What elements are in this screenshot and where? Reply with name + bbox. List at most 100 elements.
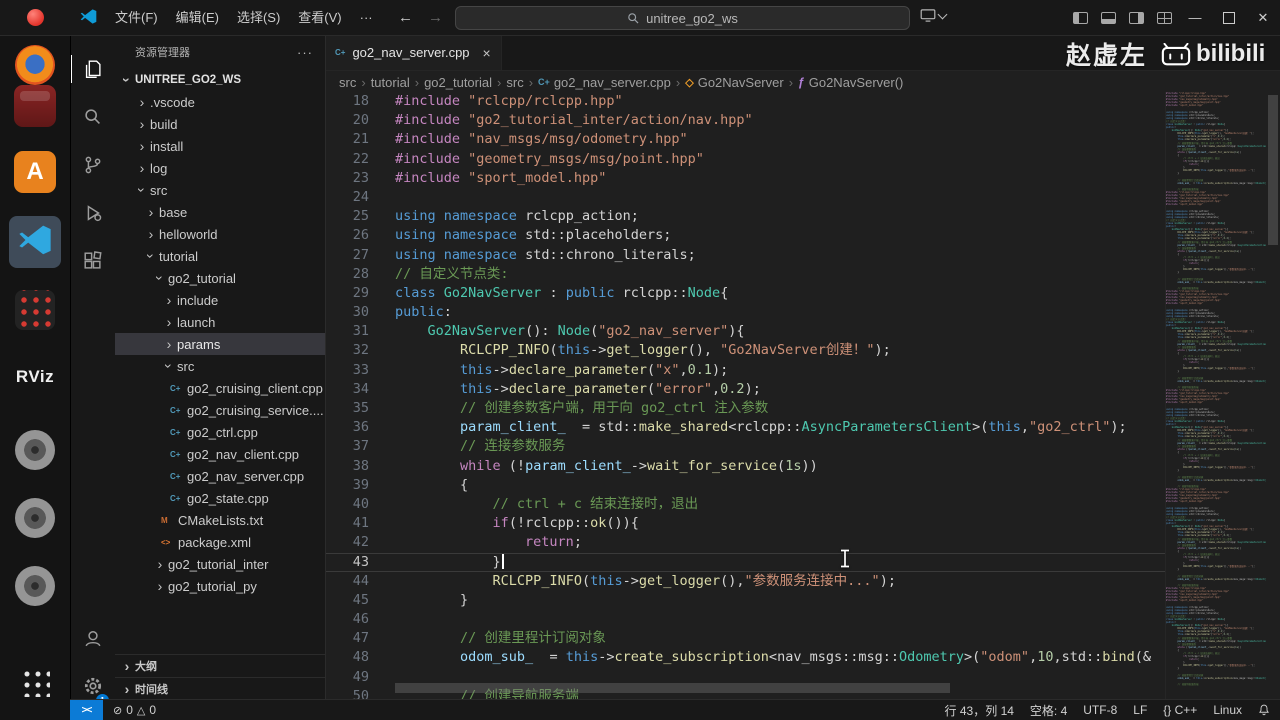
tree-item-go2_cruising_service....[interactable]: C+ go2_cruising_service.... [115,399,325,421]
breadcrumb-src[interactable]: src [339,75,356,90]
code-line-48[interactable]: 48 odom_sub_ = this->create_subscription… [325,648,1165,667]
command-center-search[interactable]: unitree_go2_ws [455,6,910,30]
sidebar-section-时间线[interactable]: › 时间线 [115,677,325,700]
code-line-29[interactable]: 29 class Go2NavServer : public rclcpp::No… [325,284,1165,303]
red-grid-app-icon[interactable] [0,290,70,330]
tree-item-src[interactable]: › src [115,179,325,201]
code-line-31[interactable]: 31 Go2NavServer(): Node("go2_nav_server"… [325,322,1165,341]
tree-item-base[interactable]: › base [115,201,325,223]
status-item[interactable]: 空格: 4 [1030,702,1067,719]
horizontal-scrollbar[interactable] [395,683,950,693]
minimize-icon[interactable]: — [1178,0,1212,35]
code-line-45[interactable]: 45 } [325,591,1165,610]
layout-panel-icon[interactable] [1094,11,1122,24]
menu-item[interactable]: 选择(S) [228,0,289,35]
breadcrumb-Go2NavServer[interactable]: ◇ Go2NavServer [685,75,783,90]
code-line-23[interactable]: 23 #include "sport_model.hpp" [325,169,1165,188]
menu-item[interactable]: 文件(F) [106,0,167,35]
tree-item-go2_ctrl.cpp[interactable]: C+ go2_ctrl.cpp [115,421,325,443]
code-line-46[interactable]: 46 [325,610,1165,629]
code-line-43[interactable]: 43 } [325,553,1165,572]
tree-item-go2_nav_server.cpp[interactable]: C+ go2_nav_server.cpp [115,465,325,487]
code-line-22[interactable]: 22 #include "geometry_msgs/msg/point.hpp" [325,150,1165,169]
tree-item-go2_nav_client.cpp[interactable]: C+ go2_nav_client.cpp [115,443,325,465]
code-line-34[interactable]: 34 this->declare_parameter("error",0.2); [325,380,1165,399]
run-debug-icon[interactable] [70,190,115,236]
tree-item-package.xml[interactable]: <> package.xml [115,531,325,553]
monitor-icon[interactable] [920,8,948,23]
sidebar-section-大纲[interactable]: › 大纲 [115,654,325,677]
code-line-39[interactable]: 39 { [325,476,1165,495]
explorer-icon[interactable] [70,46,115,92]
breadcrumb-go2_tutorial[interactable]: go2_tutorial [424,75,492,90]
tree-item-go2_tutorial_inter[interactable]: › go2_tutorial_inter [115,553,325,575]
close-icon[interactable]: ✕ [1246,0,1280,35]
code-line-18[interactable]: 18 #include "rclcpp/rclcpp.hpp" [325,92,1165,111]
code-line-28[interactable]: 28// 自定义节点类: [325,265,1165,284]
remote-icon[interactable]: >< [70,700,103,720]
show-applications-icon[interactable] [0,667,70,697]
code-lines[interactable]: 18 #include "rclcpp/rclcpp.hpp" 20 #include… [325,92,1165,700]
tree-item-go2_tutorial[interactable]: › go2_tutorial [115,267,325,289]
tab-close-icon[interactable]: × [483,45,491,61]
code-line-42[interactable]: 42 return; [325,533,1165,552]
layout-customize-icon[interactable] [1150,11,1178,24]
red-app-icon[interactable] [0,85,70,127]
breadcrumb-src[interactable]: src [506,75,523,90]
code-line-25[interactable]: 25 using namespace rclcpp_action; [325,207,1165,226]
code-line-38[interactable]: 38 while (!param_client_->wait_for_servi… [325,457,1165,476]
menu-item[interactable]: 查看(V) [289,0,350,35]
minimap[interactable]: #include "rclcpp/rclcpp.hpp" #include "go… [1165,92,1266,700]
maximize-icon[interactable] [1212,0,1246,35]
code-line-37[interactable]: 37 // 连接参数服务 [325,437,1165,456]
menu-item[interactable]: 编辑(E) [167,0,228,35]
tree-item-launch[interactable]: › launch [115,311,325,333]
record-indicator-icon[interactable] [27,9,44,26]
code-line-36[interactable]: 36 param_client_ = std::make_shared<rclc… [325,418,1165,437]
tree-item-CMakeLists.txt[interactable]: M CMakeLists.txt [115,509,325,531]
layout-sidebar-right-icon[interactable] [1122,11,1150,24]
forward-arrow-icon[interactable]: → [428,9,443,26]
tree-item-tutorial[interactable]: › tutorial [115,245,325,267]
lens-app-icon[interactable] [0,498,70,538]
tree-item-go2_state.cpp[interactable]: C+ go2_state.cpp [115,487,325,509]
rviz-logo[interactable]: RViz [0,367,70,387]
tree-item-.vscode[interactable]: › .vscode [115,91,325,113]
tree-item-go2_tutorial_py[interactable]: › go2_tutorial_py [115,575,325,597]
tree-item-build[interactable]: › build [115,113,325,135]
tree-item-install[interactable]: › install [115,135,325,157]
breadcrumb-tutorial[interactable]: tutorial [371,75,410,90]
breadcrumb-Go2NavServer()[interactable]: ƒ Go2NavServer() [798,75,903,90]
code-line-33[interactable]: 33 this->declare_parameter("x",0.1); [325,361,1165,380]
lens-app-icon[interactable] [0,566,70,606]
orange-a-app-icon[interactable]: A [0,151,70,193]
tree-item-helloworld[interactable]: › helloworld [115,223,325,245]
vertical-scrollbar[interactable] [1268,95,1278,245]
lens-app-icon[interactable] [0,430,70,470]
problems-indicator[interactable]: ⊘ 0 △ 0 [113,703,156,717]
tree-item-include[interactable]: › include [115,289,325,311]
layout-sidebar-left-icon[interactable] [1066,11,1094,24]
back-arrow-icon[interactable]: ← [398,9,413,26]
source-control-icon[interactable] [70,142,115,188]
code-line-24[interactable]: 24 [325,188,1165,207]
code-line-41[interactable]: 41 if(!rclcpp::ok()){ [325,514,1165,533]
tree-item-params[interactable]: › params [115,333,325,355]
vscode-icon[interactable] [0,216,70,268]
tree-item-log[interactable]: › log [115,157,325,179]
status-item[interactable]: 行 43，列 14 [945,702,1014,719]
code-line-35[interactable]: 35 // 创建参数客户端，用于向 go2_ctrl 注入参数 [325,399,1165,418]
tree-item-src[interactable]: › src [115,355,325,377]
bell-icon[interactable] [1258,703,1270,717]
workspace-root[interactable]: › UNITREE_GO2_WS [115,69,325,91]
account-icon[interactable] [70,615,115,661]
status-item[interactable]: Linux [1213,703,1242,717]
status-item[interactable]: LF [1133,703,1147,717]
more-actions-icon[interactable]: ··· [297,45,313,60]
code-line-32[interactable]: 32 RCLCPP_INFO(this->get_logger(), "Go2N… [325,341,1165,360]
status-item[interactable]: {} C++ [1163,703,1197,717]
tab-go2-nav-server[interactable]: C+ go2_nav_server.cpp × [325,35,502,70]
code-line-21[interactable]: 21 #include "nav_msgs/msg/odometry.hpp" [325,130,1165,149]
tree-item-go2_cruising_client.cpp[interactable]: C+ go2_cruising_client.cpp [115,377,325,399]
code-line-30[interactable]: 30 public: [325,303,1165,322]
